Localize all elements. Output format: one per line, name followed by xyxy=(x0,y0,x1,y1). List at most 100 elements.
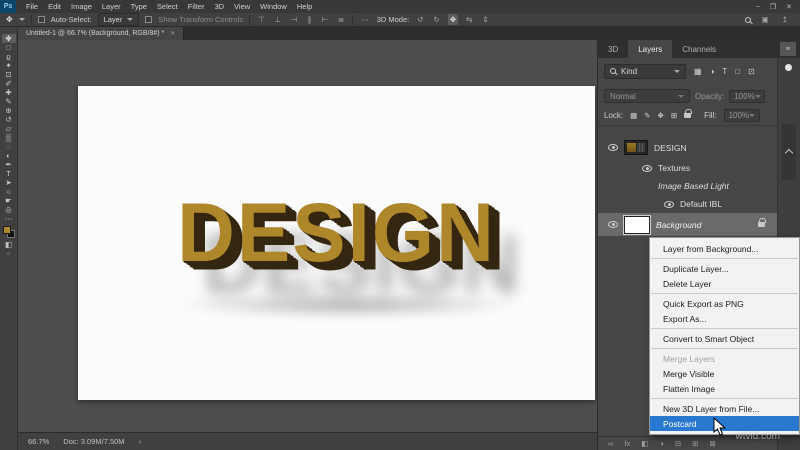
tab-channels[interactable]: Channels xyxy=(672,40,726,58)
distribute-icon[interactable]: ≣ xyxy=(336,14,346,25)
align-left-icon[interactable]: ⊣ xyxy=(289,14,300,25)
fill-input[interactable]: 100% xyxy=(723,109,760,122)
auto-select-dropdown[interactable]: Layer xyxy=(97,13,140,26)
link-layers-icon[interactable]: ∞ xyxy=(608,439,613,448)
path-selection-tool[interactable]: ➤ xyxy=(2,178,16,187)
delete-layer-icon[interactable]: ⊠ xyxy=(709,439,715,448)
filter-kind-dropdown[interactable]: Kind xyxy=(604,63,686,79)
quick-mask-icon[interactable]: ◧ xyxy=(2,240,16,249)
shape-tool[interactable]: ○ xyxy=(2,187,16,196)
background-layer-thumbnail[interactable] xyxy=(624,215,650,234)
3d-roll-icon[interactable]: ↻ xyxy=(432,14,442,25)
close-button[interactable]: ✕ xyxy=(786,3,792,11)
lasso-tool[interactable]: ϱ xyxy=(2,52,16,61)
more-options-icon[interactable]: ⋯ xyxy=(359,14,371,25)
crop-tool[interactable]: ⊡ xyxy=(2,70,16,79)
panel-menu-icon[interactable]: ≡ xyxy=(780,42,796,56)
type-tool[interactable]: T xyxy=(2,169,16,178)
menu-item-quick-export-as-png[interactable]: Quick Export as PNG xyxy=(650,296,799,311)
foreground-color-swatch[interactable] xyxy=(2,226,11,234)
menu-item-flatten-image[interactable]: Flatten Image xyxy=(650,381,799,396)
lock-transparency-icon[interactable]: ▦ xyxy=(630,111,637,120)
layer-row-background[interactable]: Background xyxy=(598,213,777,236)
minimize-button[interactable]: – xyxy=(756,3,760,11)
menu-filter[interactable]: Filter xyxy=(188,2,205,11)
workspace-icon[interactable]: ▣ xyxy=(760,14,771,25)
close-tab-icon[interactable]: ✕ xyxy=(170,30,175,37)
design-3d-text[interactable]: DESIGN xyxy=(177,185,496,281)
quick-selection-tool[interactable]: ✦ xyxy=(2,61,16,70)
blur-tool[interactable]: ◌ xyxy=(2,142,16,151)
marquee-tool[interactable]: □ xyxy=(2,43,16,52)
3d-scale-icon[interactable]: ⇕ xyxy=(480,14,490,25)
new-layer-icon[interactable]: ⊞ xyxy=(692,439,698,448)
filter-adjustment-layers-icon[interactable]: ◑ xyxy=(710,67,715,76)
filter-toggle-icon[interactable] xyxy=(785,64,792,71)
gradient-tool[interactable]: ▒ xyxy=(2,133,16,142)
menu-item-export-as[interactable]: Export As... xyxy=(650,311,799,326)
brush-tool[interactable]: ✎ xyxy=(2,97,16,106)
menu-item-convert-to-smart-object[interactable]: Convert to Smart Object xyxy=(650,331,799,346)
3d-rotate-icon[interactable]: ↺ xyxy=(415,14,425,25)
search-icon[interactable] xyxy=(744,16,751,23)
filter-type-layers-icon[interactable]: T xyxy=(722,67,727,76)
menu-view[interactable]: View xyxy=(234,2,250,11)
filter-pixel-layers-icon[interactable]: ▦ xyxy=(694,67,702,76)
3d-slide-icon[interactable]: ⇆ xyxy=(464,14,474,25)
menu-window[interactable]: Window xyxy=(260,2,287,11)
document-tab[interactable]: Untitled-1 @ 66.7% (Background, RGB/8#) … xyxy=(18,27,185,40)
restore-button[interactable]: ❐ xyxy=(770,3,776,11)
filter-smart-objects-icon[interactable]: ⊡ xyxy=(748,67,755,76)
layer-row-image-based-light[interactable]: Image Based Light xyxy=(598,177,777,195)
lock-all-icon[interactable] xyxy=(684,109,693,118)
layer-row-textures[interactable]: Textures xyxy=(598,159,777,177)
menu-type[interactable]: Type xyxy=(131,2,147,11)
move-tool-icon[interactable]: ✥ xyxy=(6,15,13,24)
color-swatches[interactable] xyxy=(2,226,15,238)
layer-group-icon[interactable]: ⊟ xyxy=(675,439,681,448)
align-top-icon[interactable]: ⊤ xyxy=(256,14,267,25)
menu-3d[interactable]: 3D xyxy=(214,2,224,11)
menu-item-merge-visible[interactable]: Merge Visible xyxy=(650,366,799,381)
lock-position-icon[interactable]: ✥ xyxy=(658,111,664,120)
clone-stamp-tool[interactable]: ⊕ xyxy=(2,106,16,115)
eyedropper-tool[interactable]: ✐ xyxy=(2,79,16,88)
menu-item-delete-layer[interactable]: Delete Layer xyxy=(650,276,799,291)
adjustment-layer-icon[interactable]: ◑ xyxy=(659,439,664,448)
menu-item-postcard[interactable]: Postcard xyxy=(650,416,799,431)
layer-row-design[interactable]: DESIGN xyxy=(598,136,777,159)
align-right-icon[interactable]: ⊢ xyxy=(319,14,330,25)
blend-mode-dropdown[interactable]: Normal xyxy=(604,89,690,103)
screen-mode-icon[interactable]: ▫ xyxy=(2,249,16,258)
tool-preset-caret-icon[interactable] xyxy=(18,18,25,21)
visibility-eye-icon[interactable] xyxy=(664,200,674,208)
menu-image[interactable]: Image xyxy=(71,2,92,11)
menu-file[interactable]: File xyxy=(26,2,38,11)
layer-row-default-ibl[interactable]: Default IBL xyxy=(598,195,777,213)
lock-paint-icon[interactable]: ✎ xyxy=(644,111,650,120)
visibility-eye-icon[interactable] xyxy=(608,144,618,151)
menu-item-new-3d-layer-from-file[interactable]: New 3D Layer from File... xyxy=(650,401,799,416)
lock-artboard-icon[interactable]: ⊞ xyxy=(671,111,677,120)
healing-brush-tool[interactable]: ✚ xyxy=(2,88,16,97)
menu-select[interactable]: Select xyxy=(157,2,178,11)
filter-shape-layers-icon[interactable]: □ xyxy=(735,67,740,76)
menu-item-layer-from-background[interactable]: Layer from Background... xyxy=(650,241,799,256)
design-layer-thumbnail[interactable] xyxy=(624,140,648,155)
dodge-tool[interactable]: ◐ xyxy=(2,151,16,160)
tab-layers[interactable]: Layers xyxy=(628,40,673,58)
layer-effects-icon[interactable]: fx xyxy=(624,439,630,448)
zoom-tool[interactable]: ◎ xyxy=(2,205,16,214)
pen-tool[interactable]: ✒ xyxy=(2,160,16,169)
layer-mask-icon[interactable]: ◧ xyxy=(641,439,648,448)
share-icon[interactable]: ↥ xyxy=(780,14,790,25)
menu-layer[interactable]: Layer xyxy=(102,2,121,11)
menu-help[interactable]: Help xyxy=(297,2,312,11)
align-bottom-icon[interactable]: ⊥ xyxy=(273,14,284,25)
visibility-eye-icon[interactable] xyxy=(608,221,618,228)
canvas[interactable]: DESIGN xyxy=(78,86,595,400)
3d-drag-icon[interactable]: ✥ xyxy=(447,14,459,25)
eraser-tool[interactable]: ▱ xyxy=(2,124,16,133)
status-arrow-icon[interactable]: › xyxy=(139,437,142,446)
show-transform-checkbox[interactable] xyxy=(145,16,153,23)
